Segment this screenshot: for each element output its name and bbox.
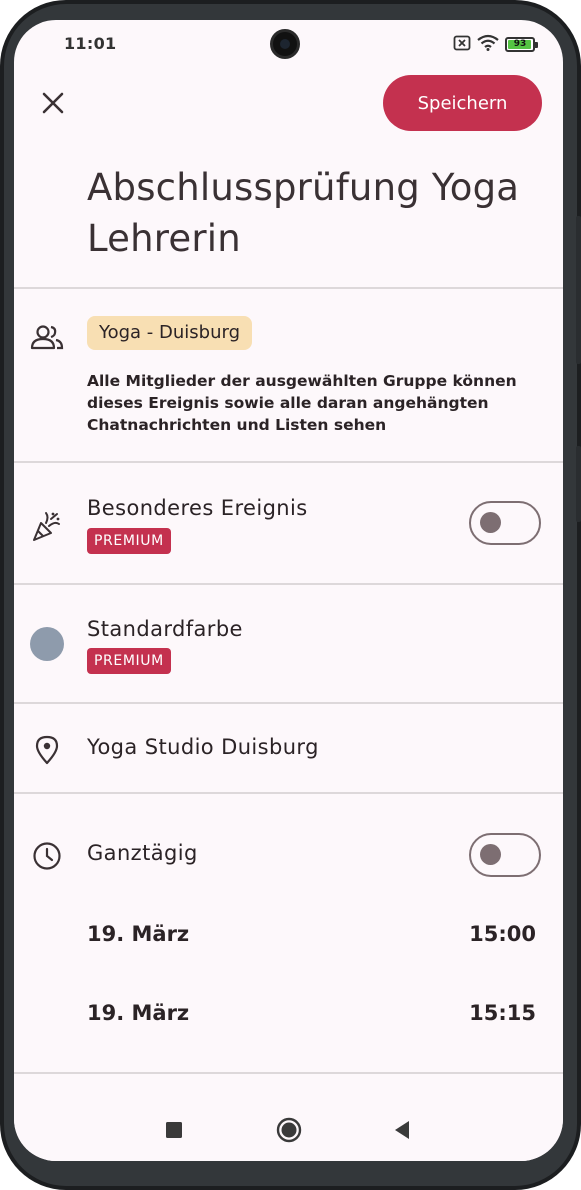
end-time[interactable]: 15:15: [469, 1001, 536, 1025]
special-event-toggle[interactable]: [469, 501, 541, 545]
people-icon: [30, 320, 64, 354]
premium-badge: PREMIUM: [87, 648, 171, 674]
battery-level: 93: [513, 39, 527, 49]
status-bar: 11:01 93: [14, 20, 563, 66]
party-popper-icon: [30, 510, 64, 544]
premium-badge: PREMIUM: [87, 528, 171, 554]
all-day-label: Ganztägig: [87, 841, 198, 865]
group-chip[interactable]: Yoga - Duisburg: [87, 316, 253, 350]
screen: 11:01 93 Speichern Abschlussprüfung Yoga…: [14, 20, 563, 1161]
end-date[interactable]: 19. März: [87, 1001, 189, 1025]
status-icons: 93: [453, 34, 538, 55]
event-title[interactable]: Abschlussprüfung Yoga Lehrerin: [87, 162, 537, 264]
divider: [14, 702, 563, 704]
wifi-icon: [477, 34, 499, 55]
divider: [14, 287, 563, 289]
start-time[interactable]: 15:00: [469, 922, 536, 946]
save-button[interactable]: Speichern: [383, 75, 542, 131]
recents-square-icon[interactable]: [161, 1117, 187, 1143]
volume-button: [576, 216, 581, 364]
color-label[interactable]: Standardfarbe: [87, 617, 243, 641]
location-pin-icon: [30, 733, 64, 767]
divider: [14, 461, 563, 463]
close-icon: [42, 92, 64, 114]
group-description: Alle Mitglieder der ausgewählten Gruppe …: [87, 372, 517, 434]
all-day-toggle[interactable]: [469, 833, 541, 877]
special-event-label: Besonderes Ereignis: [87, 496, 308, 520]
close-button[interactable]: [36, 86, 70, 120]
phone-frame: 11:01 93 Speichern Abschlussprüfung Yoga…: [0, 0, 581, 1190]
back-triangle-icon[interactable]: [389, 1117, 415, 1143]
power-button: [576, 446, 581, 522]
clock-icon: [30, 839, 64, 873]
divider: [14, 1072, 563, 1074]
battery-icon: 93: [505, 37, 538, 52]
toggle-knob: [480, 512, 501, 533]
status-time: 11:01: [64, 34, 117, 53]
toggle-knob: [480, 844, 501, 865]
divider: [14, 583, 563, 585]
location-value[interactable]: Yoga Studio Duisburg: [87, 735, 319, 759]
home-circle-icon[interactable]: [276, 1117, 302, 1143]
start-date[interactable]: 19. März: [87, 922, 189, 946]
color-swatch[interactable]: [30, 627, 64, 661]
front-camera: [270, 29, 300, 59]
divider: [14, 792, 563, 794]
sim-off-icon: [453, 35, 471, 55]
